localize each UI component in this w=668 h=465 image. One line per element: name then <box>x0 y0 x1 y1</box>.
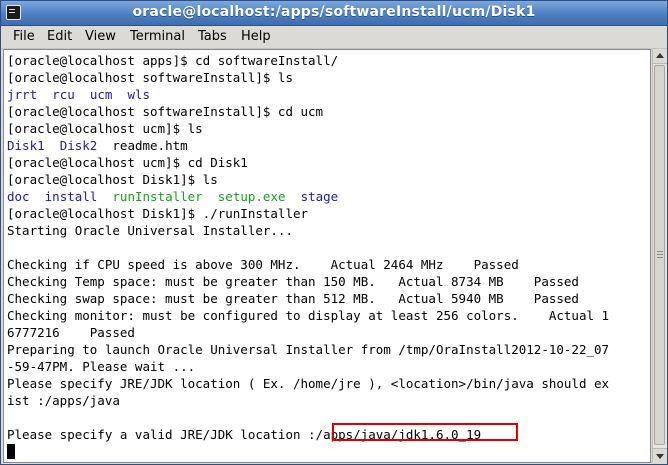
terminal-line: [oracle@localhost ucm]$ cd Disk1 <box>7 155 248 170</box>
dir-entry: Disk1 <box>7 138 45 153</box>
exec-entry: setup.exe <box>217 189 286 204</box>
window-title: oracle@localhost:/apps/softwareInstall/u… <box>132 4 536 20</box>
terminal-window: oracle@localhost:/apps/softwareInstall/u… <box>0 0 668 465</box>
exec-entry: runInstaller <box>112 189 203 204</box>
terminal-line: [oracle@localhost Disk1]$ ./runInstaller <box>7 206 309 221</box>
menu-help[interactable]: Help <box>241 29 271 44</box>
file-entry: readme.htm <box>112 138 188 153</box>
menu-tabs[interactable]: Tabs <box>198 29 227 44</box>
terminal-line: Preparing to launch Oracle Universal Ins… <box>7 342 610 357</box>
terminal-line: Please specify JRE/JDK location ( Ex. /h… <box>7 376 610 391</box>
terminal-line: ist :/apps/java <box>7 393 120 408</box>
terminal-line: Checking swap space: must be greater tha… <box>7 291 579 306</box>
terminal-line: Checking monitor: must be configured to … <box>7 308 610 323</box>
terminal-line: 6777216 Passed <box>7 325 135 340</box>
scrollbar-thumb[interactable] <box>654 65 665 445</box>
menu-edit[interactable]: Edit <box>47 29 72 44</box>
dir-entry: doc <box>7 189 30 204</box>
terminal-line: [oracle@localhost softwareInstall]$ ls <box>7 70 293 85</box>
vertical-scrollbar[interactable] <box>652 49 667 463</box>
terminal-line: Checking Temp space: must be greater tha… <box>7 274 579 289</box>
menu-file[interactable]: File <box>13 29 35 44</box>
menu-terminal[interactable]: Terminal <box>130 29 185 44</box>
dir-entry: Disk2 <box>59 138 98 153</box>
dir-entry: install <box>44 189 98 204</box>
dir-entry: rcu <box>52 87 75 102</box>
terminal-line: [oracle@localhost Disk1]$ ls <box>7 172 218 187</box>
terminal-line: Starting Oracle Universal Installer... <box>7 223 293 238</box>
dir-entry: wls <box>127 87 151 102</box>
terminal-line: [oracle@localhost apps]$ cd softwareInst… <box>7 53 339 68</box>
dir-entry: stage <box>300 189 339 204</box>
menu-view[interactable]: View <box>85 29 116 44</box>
terminal-line: -59-47PM. Please wait ... <box>7 359 196 374</box>
terminal-line: Checking if CPU speed is above 300 MHz. … <box>7 257 519 272</box>
dir-entry: ucm <box>89 87 113 102</box>
grip-icon <box>657 251 663 252</box>
title-bar[interactable]: oracle@localhost:/apps/softwareInstall/u… <box>1 1 667 26</box>
scroll-up-arrow-icon[interactable] <box>653 49 667 64</box>
menu-bar: File Edit View Terminal Tabs Help <box>1 26 667 49</box>
terminal-output[interactable]: [oracle@localhost apps]$ cd softwareInst… <box>3 49 651 463</box>
terminal-line: [oracle@localhost softwareInstall]$ cd u… <box>7 104 324 119</box>
text-cursor <box>7 444 15 459</box>
scroll-down-arrow-icon[interactable] <box>653 448 667 463</box>
dir-entry: jrrt <box>7 87 38 102</box>
terminal-line: [oracle@localhost ucm]$ ls <box>7 121 203 136</box>
highlight-box <box>332 423 518 441</box>
